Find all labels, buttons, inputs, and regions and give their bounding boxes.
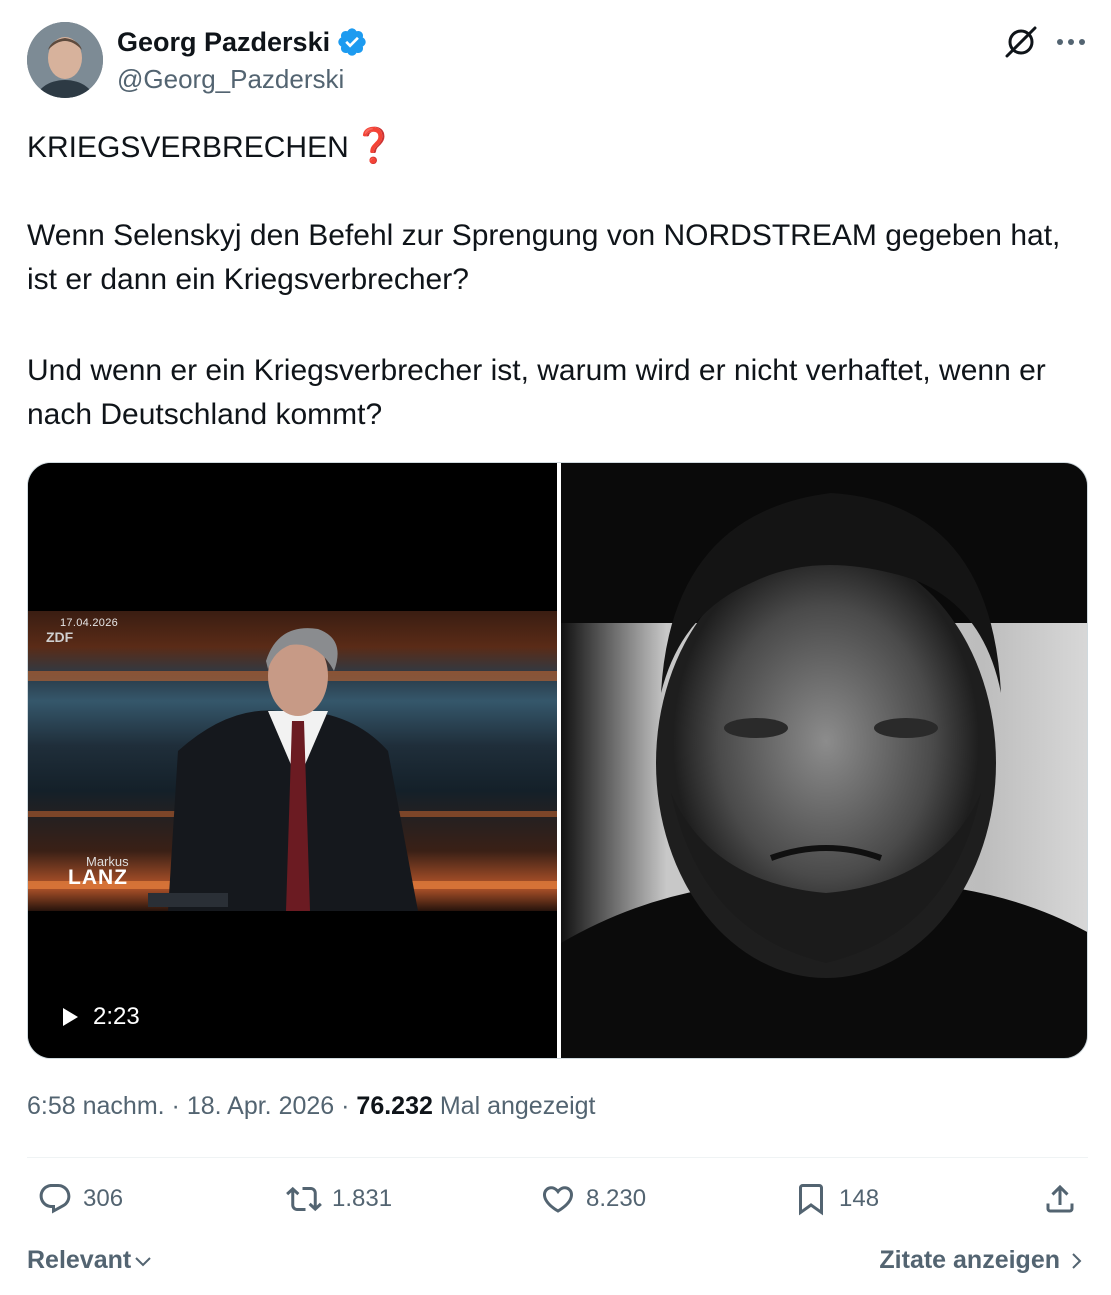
share-icon [1046,1184,1074,1213]
tweet-meta: 6:58 nachm. · 18. Apr. 2026 · 76.232 Mal… [27,1092,596,1121]
author-display-name[interactable]: Georg Pazderski [117,27,330,58]
repost-icon [286,1186,322,1212]
author-handle[interactable]: @Georg_Pazderski [117,64,344,95]
bookmark-button[interactable]: 148 [793,1181,879,1217]
view-quotes-link[interactable]: Zitate anzeigen [879,1246,1086,1275]
more-dot [1068,39,1074,45]
tweet-time[interactable]: 6:58 nachm. [27,1092,165,1120]
author-avatar[interactable] [27,22,103,98]
video-player[interactable]: 17.04.2026 ZDF Markus LANZ 2:23 [28,463,557,1058]
bookmark-icon [799,1184,823,1216]
share-button[interactable] [1042,1181,1078,1217]
reply-icon [39,1184,71,1214]
video-thumbnail[interactable]: 17.04.2026 ZDF Markus LANZ [28,611,557,911]
more-options-icon[interactable] [1055,28,1087,56]
view-count-label: Mal angezeigt [439,1092,596,1120]
tweet-headline: KRIEGSVERBRECHEN ❓ [27,124,1087,170]
tweet-headline-text: KRIEGSVERBRECHEN [27,131,349,164]
bookmark-count: 148 [839,1185,880,1212]
meta-separator: · [171,1092,180,1120]
chevron-right-icon [1072,1252,1082,1269]
more-dot [1079,39,1085,45]
tweet-paragraph-1: Wenn Selenskyj den Befehl zur Sprengung … [27,219,1061,296]
zdf-logo: ZDF [46,629,74,645]
repost-button[interactable]: 1.831 [286,1181,392,1217]
video-duration: 2:23 [93,1003,140,1030]
sort-label: Relevant [27,1246,132,1274]
more-dot [1057,39,1063,45]
tweet-media[interactable]: 17.04.2026 ZDF Markus LANZ 2:23 [27,462,1088,1059]
play-icon[interactable] [61,1007,79,1027]
sort-replies-dropdown[interactable]: Relevant [27,1246,153,1275]
repost-count: 1.831 [332,1185,393,1212]
tweet-paragraph-2: Und wenn er ein Kriegsverbrecher ist, wa… [27,354,1046,431]
reply-count: 306 [83,1185,124,1212]
like-button[interactable]: 8.230 [540,1181,646,1217]
tweet-date[interactable]: 18. Apr. 2026 [187,1092,334,1120]
verified-badge-icon [336,26,368,58]
question-mark-emoji: ❓ [352,127,396,165]
video-date-overlay: 17.04.2026 [60,617,119,629]
divider-line [27,1157,1088,1158]
grok-icon[interactable] [1003,24,1039,60]
chevron-down-icon [135,1256,151,1266]
view-count: 76.232 [356,1092,433,1120]
video-controls[interactable]: 2:23 [61,1003,140,1031]
like-count: 8.230 [586,1185,647,1212]
meta-separator: · [341,1092,350,1120]
quotes-label: Zitate anzeigen [879,1246,1060,1274]
author-name-row[interactable]: Georg Pazderski [117,26,368,58]
media-photo[interactable] [561,463,1087,1058]
heart-icon [542,1186,574,1213]
show-name-big: LANZ [68,866,128,889]
reply-button[interactable]: 306 [37,1181,123,1217]
